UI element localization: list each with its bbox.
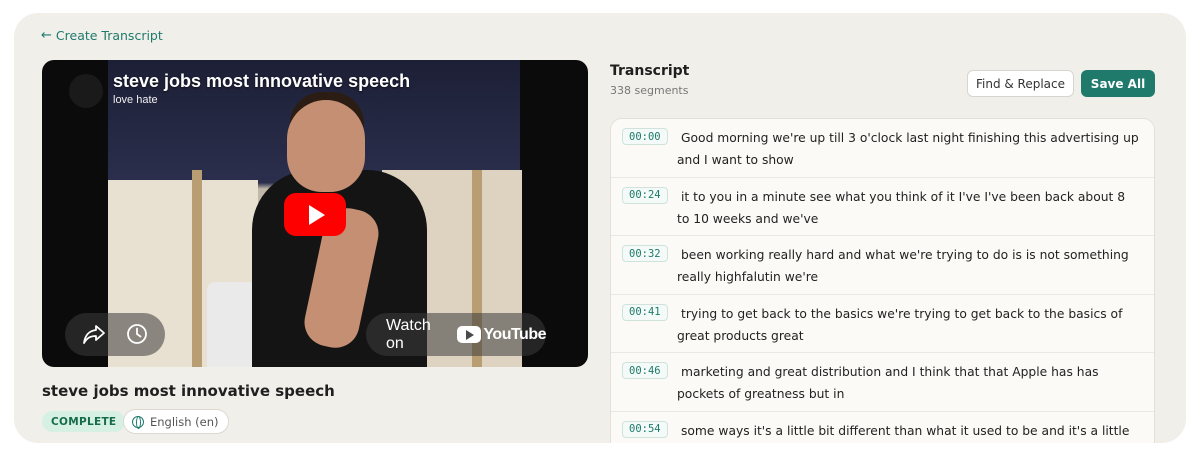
play-button[interactable] — [284, 193, 346, 236]
transcript-segment[interactable]: 00:41 trying to get back to the basics w… — [611, 294, 1154, 354]
clock-icon[interactable] — [126, 323, 148, 345]
app-frame: ← Create Transcript steve jobs most inno… — [14, 13, 1186, 443]
video-overlay-title[interactable]: steve jobs most innovative speech — [113, 71, 410, 92]
globe-icon — [132, 415, 144, 429]
back-link[interactable]: ← Create Transcript — [41, 28, 163, 43]
transcript-segment[interactable]: 00:00 Good morning we're up till 3 o'clo… — [611, 119, 1154, 178]
segment-text[interactable]: been working really hard and what we're … — [677, 244, 1140, 288]
video-title: steve jobs most innovative speech — [42, 382, 335, 400]
segment-text[interactable]: trying to get back to the basics we're t… — [677, 303, 1140, 347]
segment-timestamp[interactable]: 00:54 — [622, 420, 668, 438]
back-link-label: Create Transcript — [55, 28, 163, 43]
language-chip[interactable]: English (en) — [123, 409, 229, 434]
segment-text[interactable]: Good morning we're up till 3 o'clock las… — [677, 127, 1140, 171]
segment-timestamp[interactable]: 00:00 — [622, 128, 668, 145]
share-icon[interactable] — [82, 323, 106, 345]
find-replace-button[interactable]: Find & Replace — [967, 70, 1074, 97]
segment-text[interactable]: it to you in a minute see what you think… — [677, 186, 1140, 230]
transcript-segment[interactable]: 00:24 it to you in a minute see what you… — [611, 177, 1154, 237]
save-all-button[interactable]: Save All — [1081, 70, 1155, 97]
transcript-segment[interactable]: 00:46 marketing and great distribution a… — [611, 353, 1154, 412]
video-controls-pill — [65, 313, 165, 356]
segment-timestamp[interactable]: 00:32 — [622, 245, 668, 263]
transcript-segment-list[interactable]: 00:00 Good morning we're up till 3 o'clo… — [610, 118, 1155, 443]
segment-timestamp[interactable]: 00:24 — [622, 186, 668, 204]
channel-avatar[interactable] — [69, 74, 103, 108]
segment-text[interactable]: some ways it's a little bit different th… — [677, 420, 1140, 443]
transcript-heading: Transcript — [610, 63, 690, 79]
arrow-left-icon: ← — [41, 28, 52, 43]
video-player[interactable]: steve jobs most innovative speech love h… — [42, 60, 588, 367]
transcript-segment[interactable]: 00:54 some ways it's a little bit differ… — [611, 411, 1154, 443]
watch-on-youtube-button[interactable]: Watch on YouTube — [366, 313, 546, 356]
segment-timestamp[interactable]: 00:46 — [622, 362, 668, 380]
transcript-segment[interactable]: 00:32 been working really hard and what … — [611, 236, 1154, 295]
segment-text[interactable]: marketing and great distribution and I t… — [677, 361, 1140, 405]
watch-on-label: Watch on — [386, 316, 431, 352]
youtube-logo-icon: YouTube — [457, 326, 546, 344]
segment-count: 338 segments — [610, 84, 689, 97]
video-overlay-subtitle: love hate — [113, 94, 158, 106]
segment-timestamp[interactable]: 00:41 — [622, 303, 668, 321]
status-badge: COMPLETE — [42, 411, 126, 432]
play-icon — [309, 204, 325, 225]
language-label: English (en) — [150, 414, 219, 429]
